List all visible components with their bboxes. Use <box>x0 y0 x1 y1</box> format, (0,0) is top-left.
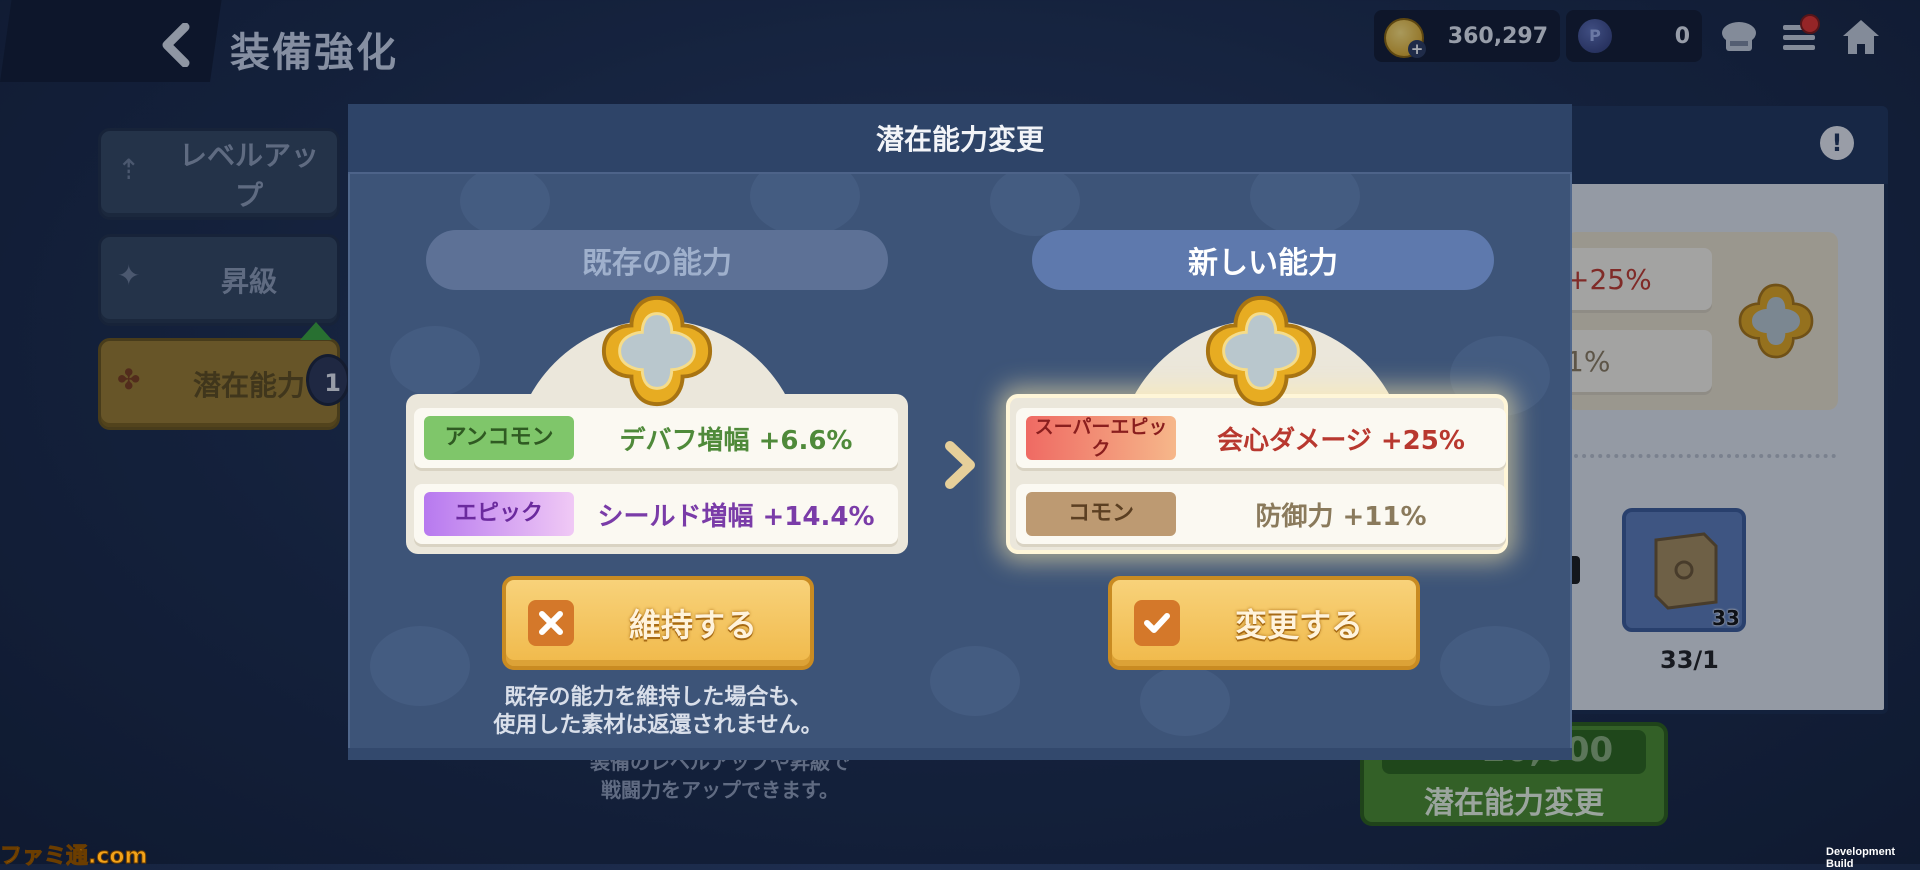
background-pattern <box>990 166 1080 236</box>
background-pattern <box>1140 666 1230 736</box>
ability-stat: 会心ダメージ +25% <box>1217 425 1465 456</box>
potential-ring-icon <box>601 295 713 407</box>
ability-stat: 防御力 +11% <box>1255 501 1427 532</box>
change-button[interactable]: 変更する <box>1108 576 1420 670</box>
background-pattern <box>930 646 1020 716</box>
rarity-badge: エピック <box>424 492 574 536</box>
keep-button[interactable]: 維持する <box>502 576 814 670</box>
existing-ability-row: エピック シールド増幅 +14.4% <box>414 484 898 544</box>
new-ability-row: スーパーエピック 会心ダメージ +25% <box>1016 408 1506 468</box>
keep-note: 既存の能力を維持した場合も、 使用した素材は返還されません。 <box>493 685 823 738</box>
ability-stat: デバフ増幅 +6.6% <box>619 425 853 456</box>
background-pattern <box>460 166 550 236</box>
rarity-badge: アンコモン <box>424 416 574 460</box>
close-icon <box>528 600 574 646</box>
rarity-badge: コモン <box>1026 492 1176 536</box>
new-ability-banner: 新しい能力 <box>1032 230 1494 290</box>
chevron-right-icon <box>945 441 975 489</box>
ability-stat: シールド増幅 +14.4% <box>597 501 875 532</box>
check-icon <box>1134 600 1180 646</box>
background-pattern <box>390 326 480 396</box>
rarity-badge: スーパーエピック <box>1026 416 1176 460</box>
dialog-title: 潜在能力変更 <box>875 123 1044 156</box>
build-label: Development Build <box>1826 846 1896 870</box>
dialog-footer <box>348 748 1572 760</box>
keep-button-label: 維持する <box>628 606 757 644</box>
watermark-logo: ファミ通.com <box>0 844 148 870</box>
existing-ability-row: アンコモン デバフ増幅 +6.6% <box>414 408 898 468</box>
background-pattern <box>1440 626 1550 706</box>
potential-ring-icon <box>1205 295 1317 407</box>
new-ability-row: コモン 防御力 +11% <box>1016 484 1506 544</box>
change-button-label: 変更する <box>1234 606 1363 644</box>
existing-ability-banner: 既存の能力 <box>426 230 888 290</box>
